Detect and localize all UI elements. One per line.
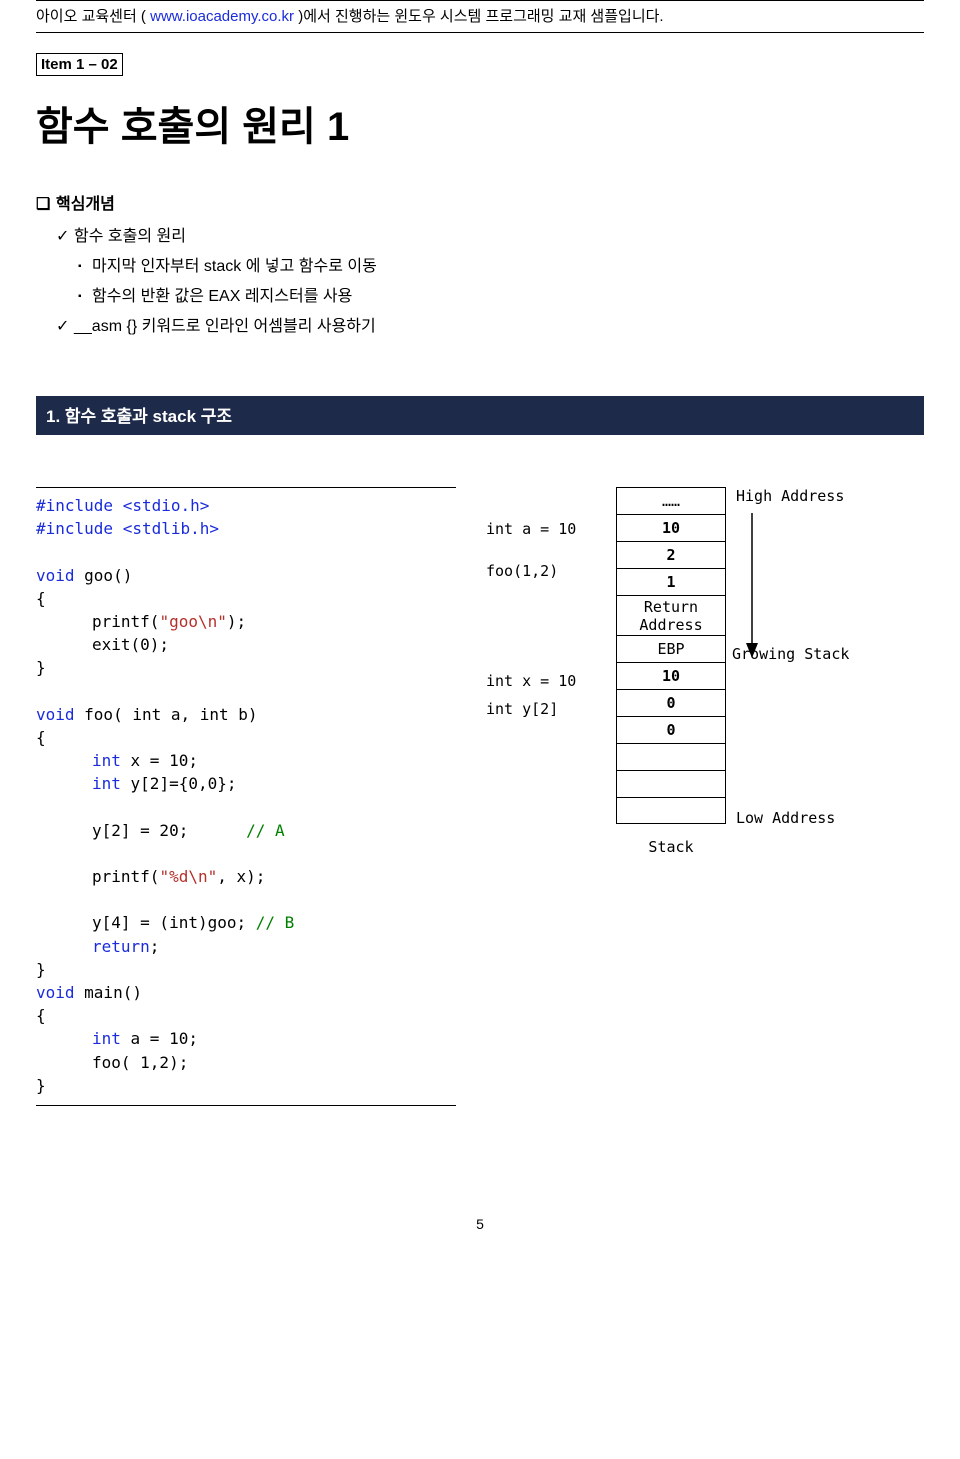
square-bullet-icon: ❏ [36,194,56,214]
page-title: 함수 호출의 원리 1 [36,94,924,152]
stack-cell: …… [616,487,726,514]
stack-column: …… 10 2 1 ReturnAddress EBP 10 0 0 Stack [616,487,726,856]
code-text: foo( int a, int b) [75,705,258,724]
code-string: "%d\n" [159,867,217,886]
code-text: exit(0); [36,633,456,656]
check-icon: ✓ [56,316,74,336]
concepts-heading-text: 핵심개념 [56,196,115,213]
code-kw: #include [36,496,123,515]
concept-text: 함수 호출의 원리 [74,228,186,245]
code-listing: #include <stdio.h> #include <stdlib.h> v… [36,487,456,1106]
check-icon: ✓ [56,226,74,246]
code-text: ; [150,937,160,956]
code-kw: void [36,566,75,585]
code-text: y[4] = (int)goo; [92,913,256,932]
code-text: { [36,587,456,610]
code-kw: #include [36,519,123,538]
code-comment: // A [246,821,285,840]
concepts-heading: ❏핵심개념 [36,190,924,214]
code-text: y[2] = 20; [92,821,188,840]
code-kw: int [92,774,121,793]
concept-sub-item: ▪마지막 인자부터 stack 에 넣고 함수로 이동 [78,252,924,276]
code-text: goo() [75,566,133,585]
concept-sub-item: ▪함수의 반환 값은 EAX 레지스터를 사용 [78,282,924,306]
stack-cell: 0 [616,689,726,716]
stack-cell: 10 [616,662,726,689]
header-prefix: 아이오 교육센터 ( [36,8,150,25]
section-heading-bar: 1. 함수 호출과 stack 구조 [36,396,924,435]
arrow-down-icon [742,513,762,663]
stack-caption: Stack [616,838,726,856]
key-concepts: ❏핵심개념 ✓함수 호출의 원리 ▪마지막 인자부터 stack 에 넣고 함수… [36,190,924,336]
code-text: printf( [92,867,159,886]
stack-cell-empty [616,743,726,770]
stack-cell: EBP [616,635,726,662]
stack-label: int y[2] [486,695,606,723]
stack-cell: 2 [616,541,726,568]
stack-cell: ReturnAddress [616,595,726,635]
code-text: } [36,1074,456,1097]
header-note: 아이오 교육센터 ( www.ioacademy.co.kr )에서 진행하는 … [36,1,924,32]
stack-label: int a = 10 [486,515,606,543]
bullet-icon: ▪ [78,291,92,302]
page-number: 5 [36,1216,924,1232]
code-text: ); [227,612,246,631]
stack-label: foo(1,2) [486,557,606,585]
code-text: x = 10; [121,751,198,770]
stack-cell: 0 [616,716,726,743]
code-kw: void [36,705,75,724]
code-text: } [36,958,456,981]
code-text: y[2]={0,0}; [121,774,237,793]
concept-text: __asm {} 키워드로 인라인 어셈블리 사용하기 [74,318,376,335]
code-kw: return [92,937,150,956]
stack-cell: 1 [616,568,726,595]
bullet-icon: ▪ [78,261,92,272]
stack-arrow-column: High Address Growing Stack Low Address [736,487,866,663]
code-text: { [36,1004,456,1027]
code-kw: int [92,751,121,770]
stack-left-labels: int a = 10 foo(1,2) int x = 10 int y[2] [486,487,606,807]
code-header: <stdio.h> [123,496,210,515]
concept-item: ✓__asm {} 키워드로 인라인 어셈블리 사용하기 [56,312,924,336]
concept-sub-text: 마지막 인자부터 stack 에 넣고 함수로 이동 [92,258,377,275]
stack-cell-empty [616,797,726,824]
code-text: main() [75,983,142,1002]
stack-cell-text: ReturnAddress [639,598,702,634]
code-text: } [36,656,456,679]
code-text: printf( [92,612,159,631]
code-text: { [36,726,456,749]
high-address-label: High Address [736,487,844,505]
item-tag: Item 1 – 02 [36,53,123,76]
concept-item: ✓함수 호출의 원리 [56,222,924,246]
code-kw: void [36,983,75,1002]
code-text: a = 10; [121,1029,198,1048]
header-link[interactable]: www.ioacademy.co.kr [150,8,294,25]
stack-diagram: int a = 10 foo(1,2) int x = 10 int y[2] … [486,487,924,856]
low-address-label: Low Address [736,809,835,827]
code-comment: // B [256,913,295,932]
stack-cell-empty [616,770,726,797]
stack-label: int x = 10 [486,667,606,695]
stack-cell: 10 [616,514,726,541]
code-header: <stdlib.h> [123,519,219,538]
code-kw: int [92,1029,121,1048]
header-suffix: )에서 진행하는 윈도우 시스템 프로그래밍 교재 샘플입니다. [294,8,664,25]
code-text: foo( 1,2); [36,1051,456,1074]
concept-sub-text: 함수의 반환 값은 EAX 레지스터를 사용 [92,288,352,305]
growing-stack-label: Growing Stack [732,645,849,663]
code-string: "goo\n" [159,612,226,631]
code-text: , x); [217,867,265,886]
